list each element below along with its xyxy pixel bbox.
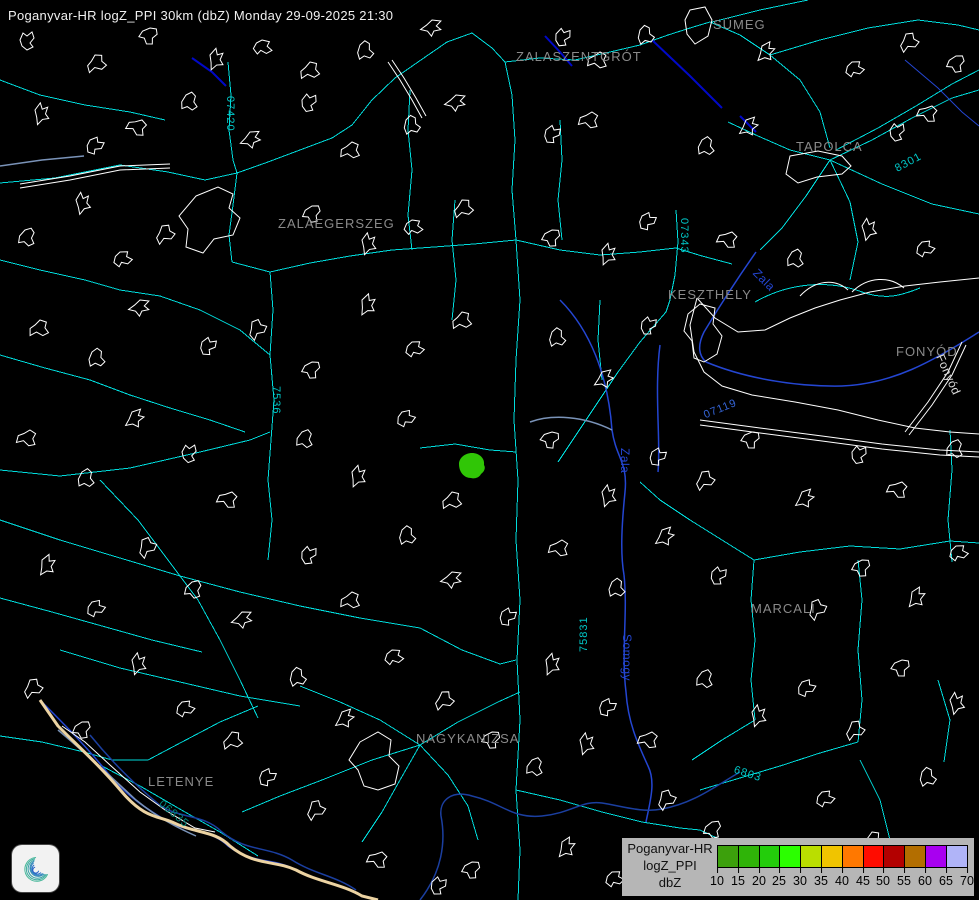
legend-color-cell <box>842 845 864 868</box>
legend-tick: 10 <box>710 874 724 888</box>
legend-caption: Poganyvar-HR logZ_PPI dbZ <box>624 841 716 892</box>
squiggles <box>14 17 970 897</box>
legend-color-cell <box>821 845 843 868</box>
met-spiral-logo[interactable] <box>12 845 59 892</box>
rivers-layer <box>40 60 979 900</box>
legend-color-bar <box>717 845 968 868</box>
legend-tick: 65 <box>939 874 953 888</box>
legend-product: logZ_PPI <box>624 858 716 875</box>
legend-station: Poganyvar-HR <box>624 841 716 858</box>
legend-unit: dbZ <box>624 875 716 892</box>
legend-tick: 30 <box>793 874 807 888</box>
legend-color-cell <box>717 845 739 868</box>
legend-tick: 35 <box>814 874 828 888</box>
legend-color-cell <box>779 845 801 868</box>
legend-tick: 70 <box>960 874 974 888</box>
legend-color-cell <box>883 845 905 868</box>
radar-echo <box>459 453 485 478</box>
spiral-icon <box>16 849 56 889</box>
navy-rivers-layer <box>192 36 756 132</box>
legend-tick: 55 <box>897 874 911 888</box>
legend-color-cell <box>800 845 822 868</box>
radar-map-canvas <box>0 0 979 900</box>
legend-tick: 50 <box>876 874 890 888</box>
slate-lines-layer <box>0 156 612 836</box>
legend-tick: 25 <box>772 874 786 888</box>
legend-color-cell <box>925 845 947 868</box>
legend-tick: 40 <box>835 874 849 888</box>
roads-layer <box>0 0 979 900</box>
settlements-layer <box>14 7 979 897</box>
legend-tick: 45 <box>856 874 870 888</box>
legend-tick: 20 <box>752 874 766 888</box>
legend-tick: 15 <box>731 874 745 888</box>
radar-viewport: Poganyvar-HR logZ_PPI 30km (dbZ) Monday … <box>0 0 979 900</box>
legend-color-cell <box>738 845 760 868</box>
legend-tick: 60 <box>918 874 932 888</box>
legend-color-cell <box>863 845 885 868</box>
legend-color-cell <box>904 845 926 868</box>
color-scale-legend: Poganyvar-HR logZ_PPI dbZ 10 15 20 25 30… <box>622 838 974 896</box>
legend-color-cell <box>759 845 781 868</box>
legend-color-cell <box>946 845 968 868</box>
border-river-layer <box>40 700 378 900</box>
